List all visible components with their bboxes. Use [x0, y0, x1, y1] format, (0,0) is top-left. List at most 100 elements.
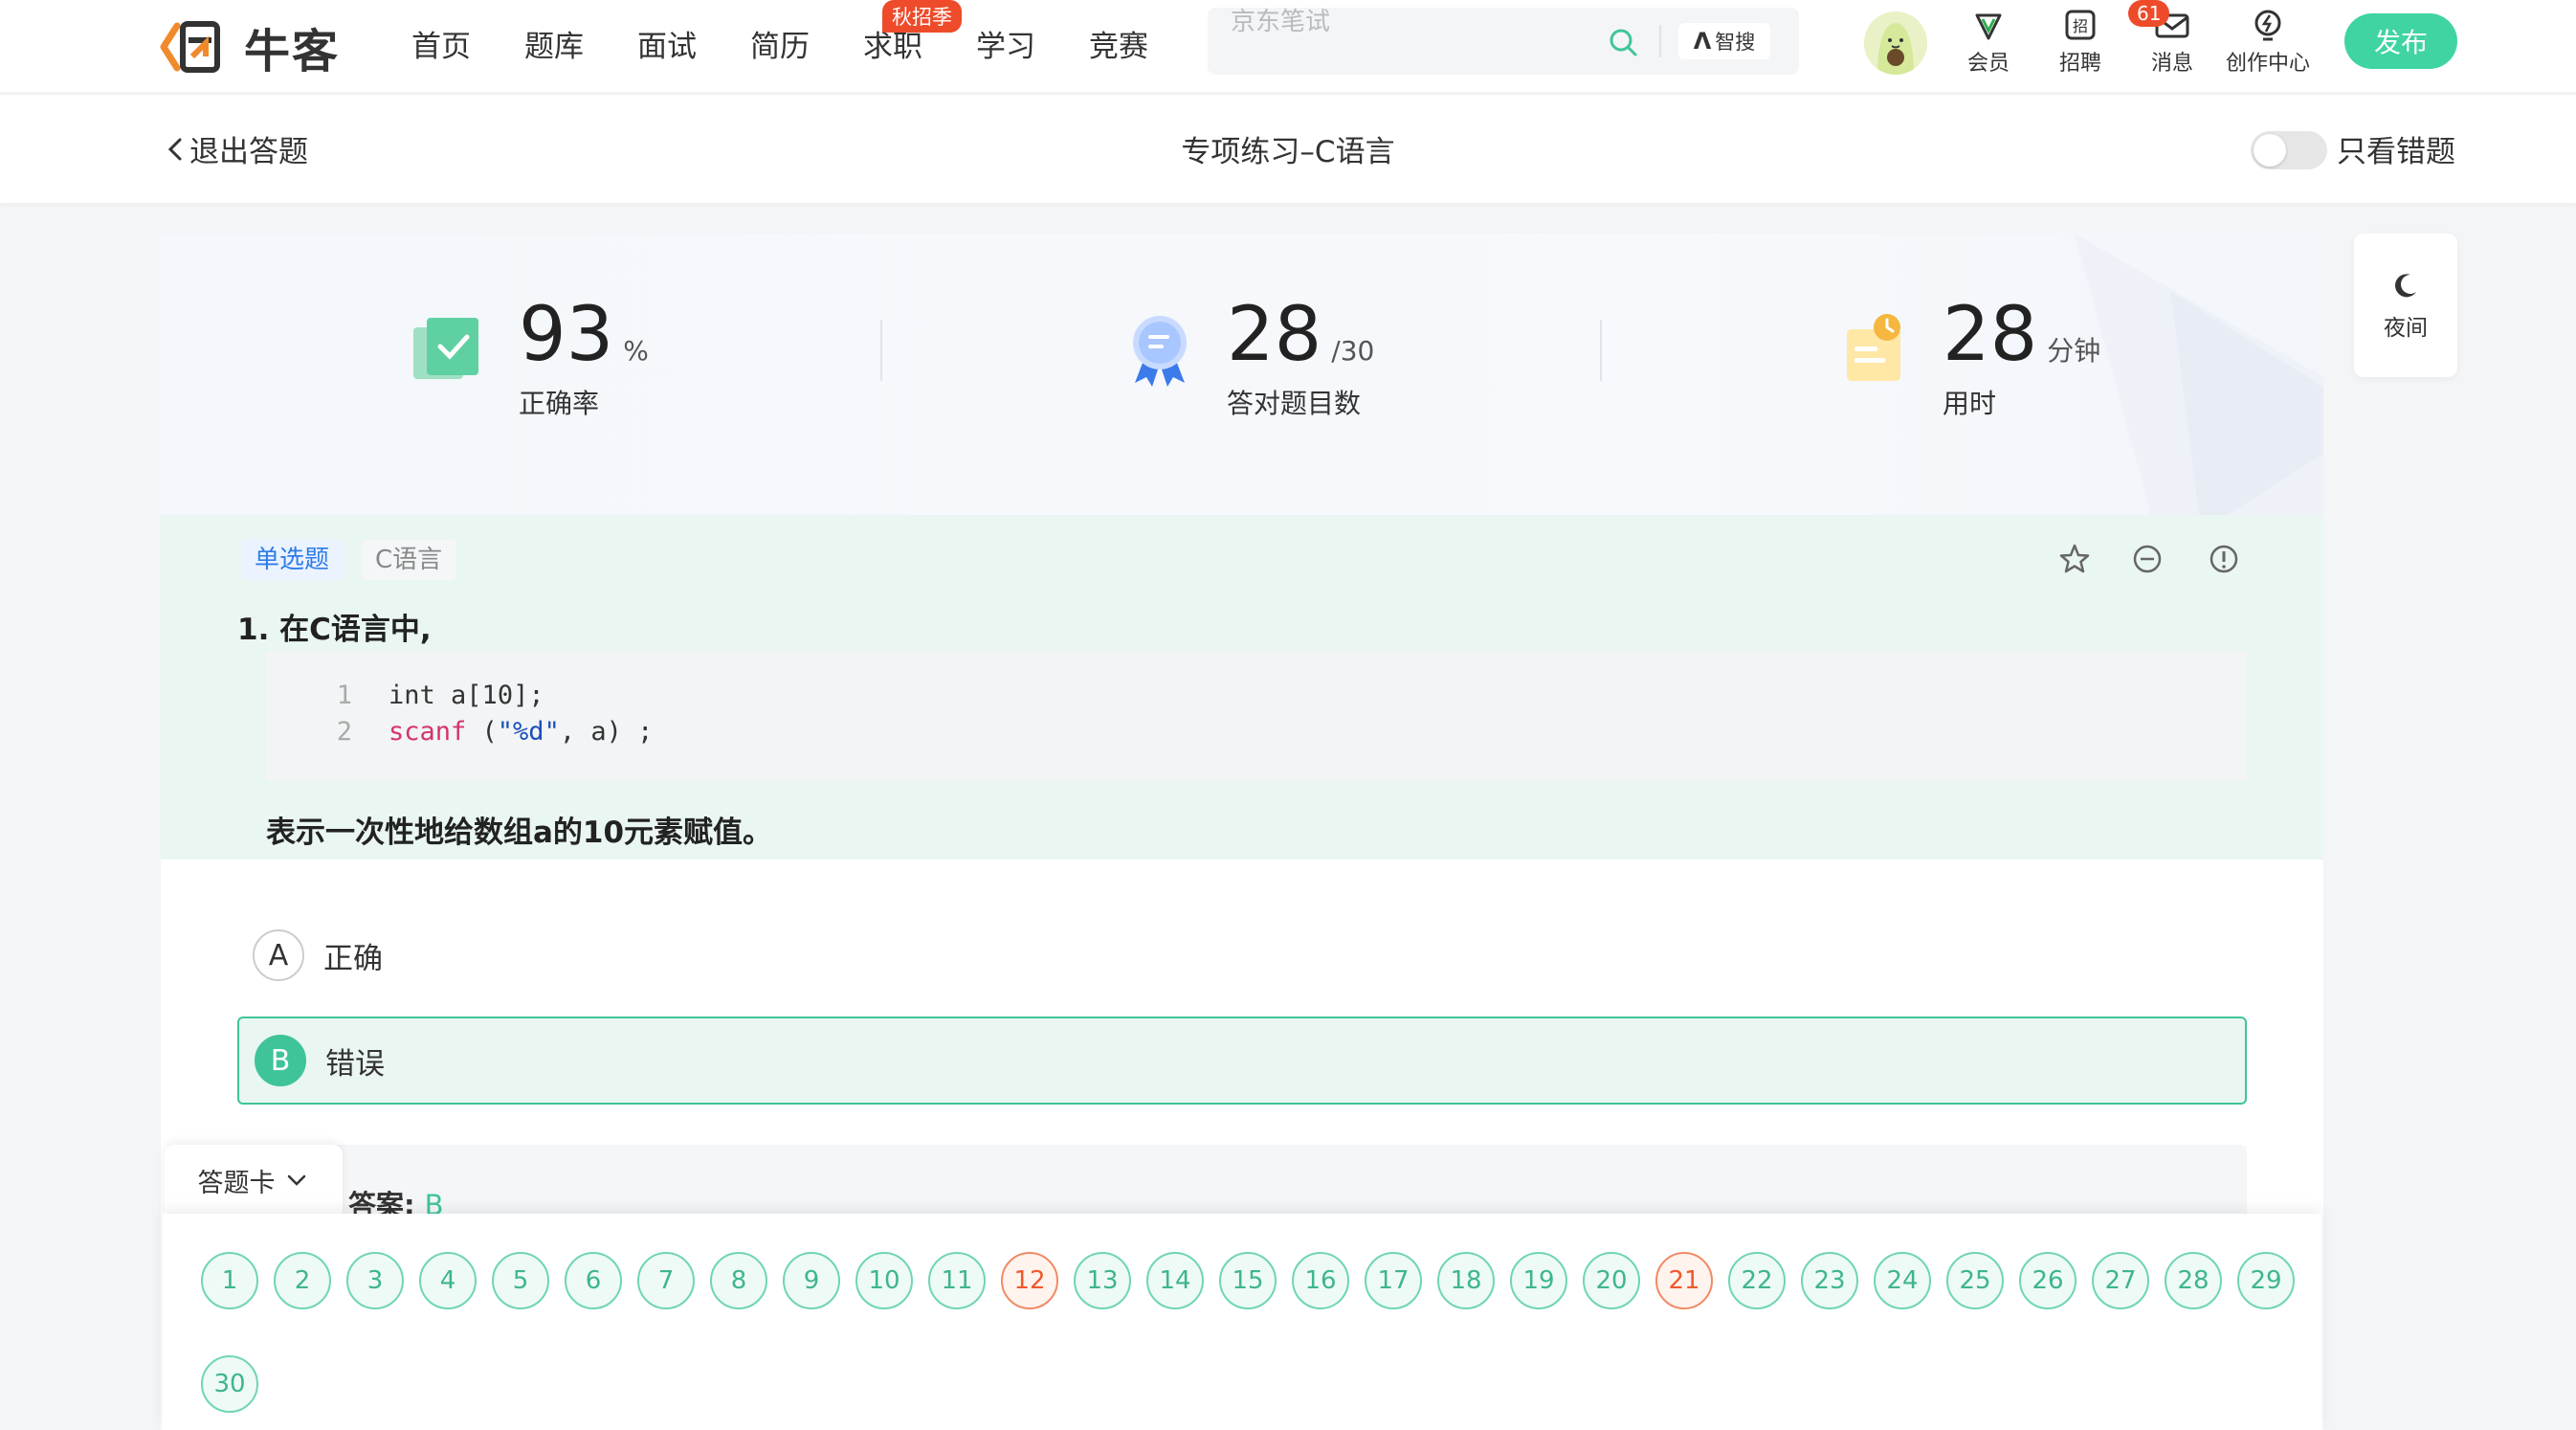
nav-item-messages-label: 消息: [2151, 52, 2194, 76]
main-nav: 首页 题库 面试 简历 求职 学习 竞赛: [411, 0, 1202, 86]
smart-search-button[interactable]: Λ 智搜: [1678, 23, 1770, 59]
nowcoder-logo[interactable]: 牛客: [158, 13, 340, 80]
lightbulb-icon: [2254, 10, 2281, 41]
question-language-tag: C语言: [362, 540, 456, 580]
nav-link-resume[interactable]: 简历: [750, 22, 810, 65]
search-placeholder: 京东笔试: [1231, 8, 1331, 36]
question-title: 1. 在C语言中,: [237, 613, 432, 647]
time-used-value: 28: [1943, 292, 2038, 378]
correct-count-label: 答对题目数: [1227, 388, 1362, 419]
question-number[interactable]: 27: [2092, 1252, 2149, 1309]
time-used-label: 用时: [1943, 388, 1997, 419]
option-a[interactable]: A 正确: [237, 911, 2247, 999]
code-token: scanf: [389, 717, 467, 747]
stat-divider: [880, 320, 882, 381]
avatar-image: [1864, 11, 1927, 75]
question-number[interactable]: 25: [1946, 1252, 2004, 1309]
question-number[interactable]: 19: [1510, 1252, 1567, 1309]
search-separator: [1659, 25, 1661, 57]
question-number[interactable]: 17: [1365, 1252, 1422, 1309]
question-number[interactable]: 30: [201, 1355, 258, 1413]
stat-divider: [1600, 320, 1602, 381]
autumn-recruit-badge: 秋招季: [882, 0, 962, 33]
chevron-down-icon: [287, 1174, 305, 1186]
question-number[interactable]: 15: [1219, 1252, 1277, 1309]
question-number[interactable]: 29: [2237, 1252, 2295, 1309]
nav-item-vip[interactable]: 会员: [1967, 6, 2010, 77]
question-number[interactable]: 9: [783, 1252, 840, 1309]
award-ribbon-icon: [1133, 316, 1187, 387]
svg-text:招: 招: [2073, 17, 2088, 35]
publish-button[interactable]: 发布: [2344, 13, 2457, 69]
nav-item-recruit-label: 招聘: [2059, 52, 2102, 76]
night-mode-button[interactable]: 夜间: [2354, 234, 2457, 377]
answer-sheet-tab[interactable]: 答题卡: [165, 1145, 343, 1216]
user-avatar[interactable]: [1864, 11, 1927, 75]
search-box[interactable]: 京东笔试 Λ 智搜: [1208, 8, 1799, 75]
code-text-2: scanf ("%d", a) ;: [389, 717, 654, 747]
question-number[interactable]: 8: [710, 1252, 767, 1309]
minus-circle-icon[interactable]: [2130, 542, 2165, 576]
answer-sheet-label: 答题卡: [197, 1168, 276, 1198]
question-number[interactable]: 10: [855, 1252, 913, 1309]
smart-search-label: 智搜: [1715, 31, 1756, 54]
nav-link-contest[interactable]: 竞赛: [1089, 22, 1148, 65]
question-number[interactable]: 6: [565, 1252, 622, 1309]
line-number: 1: [336, 681, 352, 710]
question-number[interactable]: 4: [419, 1252, 477, 1309]
question-number[interactable]: 18: [1437, 1252, 1495, 1309]
accuracy-label: 正确率: [519, 388, 600, 419]
question-number[interactable]: 26: [2019, 1252, 2076, 1309]
vip-icon: [1975, 13, 2002, 40]
question-number[interactable]: 14: [1146, 1252, 1204, 1309]
accuracy-unit: %: [623, 335, 649, 367]
stat-time-used: 28 分钟 用时: [1943, 291, 2100, 421]
stats-panel: 93% 正确率 28/30 答对题目数 28 分钟 用时: [161, 234, 2323, 515]
question-number[interactable]: 24: [1874, 1252, 1931, 1309]
question-number[interactable]: 2: [274, 1252, 331, 1309]
report-icon[interactable]: [2207, 542, 2241, 576]
accuracy-check-icon: [413, 318, 478, 379]
question-number[interactable]: 20: [1583, 1252, 1640, 1309]
logo-icon: [160, 21, 220, 73]
option-letter: A: [253, 929, 304, 981]
question-number[interactable]: 11: [928, 1252, 986, 1309]
nav-item-vip-label: 会员: [1967, 52, 2010, 76]
time-used-unit: 分钟: [2047, 335, 2101, 367]
night-mode-label: 夜间: [2384, 316, 2428, 341]
nav-link-study[interactable]: 学习: [976, 22, 1035, 65]
option-letter: B: [255, 1035, 306, 1086]
wrong-only-toggle[interactable]: [2251, 131, 2327, 169]
question-number[interactable]: 5: [492, 1252, 549, 1309]
code-token: int: [389, 681, 435, 710]
code-text-1: int a[10];: [389, 678, 544, 714]
question-number-wrong[interactable]: 12: [1001, 1252, 1058, 1309]
question-number[interactable]: 13: [1074, 1252, 1131, 1309]
nav-link-question-bank[interactable]: 题库: [524, 22, 584, 65]
question-number[interactable]: 3: [346, 1252, 404, 1309]
nav-link-home[interactable]: 首页: [411, 22, 471, 65]
question-number[interactable]: 28: [2165, 1252, 2222, 1309]
nav-link-interview[interactable]: 面试: [637, 22, 697, 65]
smart-search-icon: Λ: [1693, 28, 1712, 55]
question-description: 表示一次性地给数组a的10元素赋值。: [266, 816, 773, 850]
correct-count-value: 28: [1227, 292, 1322, 378]
option-b[interactable]: B 错误: [237, 1017, 2247, 1105]
stat-correct-count: 28/30 答对题目数: [1227, 291, 1374, 421]
nav-item-creator-center[interactable]: 创作中心: [2226, 6, 2310, 77]
time-clipboard-icon: [1847, 314, 1900, 381]
nav-item-recruit[interactable]: 招 招聘: [2059, 6, 2101, 77]
question-number[interactable]: 23: [1801, 1252, 1858, 1309]
toggle-knob: [2254, 134, 2286, 167]
search-icon[interactable]: [1608, 27, 1638, 57]
question-number[interactable]: 16: [1292, 1252, 1349, 1309]
star-icon[interactable]: [2057, 542, 2092, 576]
question-number-wrong[interactable]: 21: [1655, 1252, 1713, 1309]
correct-count-total: /30: [1331, 335, 1375, 367]
question-number[interactable]: 7: [637, 1252, 695, 1309]
question-number[interactable]: 1: [201, 1252, 258, 1309]
nav-item-creator-center-label: 创作中心: [2226, 52, 2311, 76]
question-number[interactable]: 22: [1728, 1252, 1786, 1309]
recruit-icon: 招: [2065, 10, 2096, 40]
line-number: 2: [336, 717, 352, 747]
